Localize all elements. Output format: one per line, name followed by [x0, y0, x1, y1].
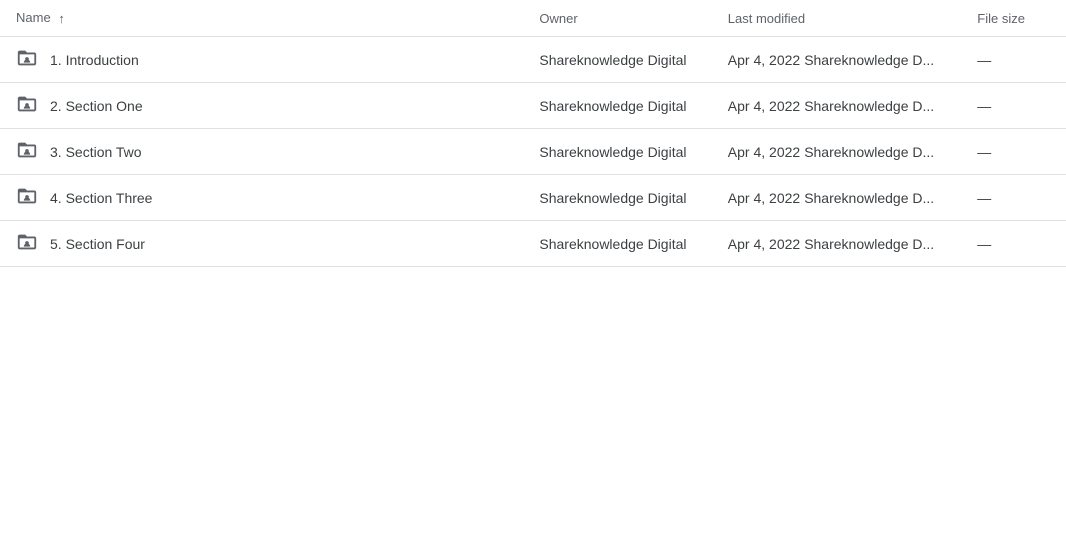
modified-date: Apr 4, 2022: [728, 144, 800, 160]
file-name: 5. Section Four: [50, 236, 145, 252]
folder-shared-icon: [16, 185, 38, 210]
file-size-cell: —: [961, 175, 1066, 221]
table-row[interactable]: 3. Section TwoShareknowledge DigitalApr …: [0, 129, 1066, 175]
folder-shared-icon: [16, 139, 38, 164]
modified-cell: Apr 4, 2022Shareknowledge D...: [712, 37, 962, 83]
name-cell: 1. Introduction: [0, 37, 523, 83]
modified-date: Apr 4, 2022: [728, 236, 800, 252]
folder-shared-icon: [16, 47, 38, 72]
file-size-cell: —: [961, 129, 1066, 175]
table-row[interactable]: 2. Section OneShareknowledge DigitalApr …: [0, 83, 1066, 129]
file-name: 3. Section Two: [50, 144, 142, 160]
folder-shared-icon: [16, 93, 38, 118]
table-row[interactable]: 1. IntroductionShareknowledge DigitalApr…: [0, 37, 1066, 83]
name-cell: 4. Section Three: [0, 175, 523, 221]
modified-by: Shareknowledge D...: [804, 236, 934, 252]
name-cell: 2. Section One: [0, 83, 523, 129]
modified-by: Shareknowledge D...: [804, 144, 934, 160]
modified-date: Apr 4, 2022: [728, 52, 800, 68]
column-header-name[interactable]: Name ↑: [0, 0, 523, 37]
modified-cell: Apr 4, 2022Shareknowledge D...: [712, 221, 962, 267]
folder-shared-icon: [16, 231, 38, 256]
column-header-last-modified[interactable]: Last modified: [712, 0, 962, 37]
owner-cell: Shareknowledge Digital: [523, 83, 711, 129]
column-header-owner[interactable]: Owner: [523, 0, 711, 37]
name-cell: 3. Section Two: [0, 129, 523, 175]
modified-by: Shareknowledge D...: [804, 190, 934, 206]
modified-cell: Apr 4, 2022Shareknowledge D...: [712, 175, 962, 221]
modified-by: Shareknowledge D...: [804, 52, 934, 68]
sort-ascending-icon: ↑: [58, 11, 65, 26]
owner-cell: Shareknowledge Digital: [523, 221, 711, 267]
file-name: 1. Introduction: [50, 52, 139, 68]
file-name: 2. Section One: [50, 98, 143, 114]
modified-cell: Apr 4, 2022Shareknowledge D...: [712, 83, 962, 129]
file-size-cell: —: [961, 83, 1066, 129]
owner-cell: Shareknowledge Digital: [523, 37, 711, 83]
table-header-row: Name ↑ Owner Last modified File size: [0, 0, 1066, 37]
name-cell: 5. Section Four: [0, 221, 523, 267]
modified-cell: Apr 4, 2022Shareknowledge D...: [712, 129, 962, 175]
file-list-table: Name ↑ Owner Last modified File size 1. …: [0, 0, 1066, 267]
column-header-file-size[interactable]: File size: [961, 0, 1066, 37]
modified-by: Shareknowledge D...: [804, 98, 934, 114]
table-row[interactable]: 5. Section FourShareknowledge DigitalApr…: [0, 221, 1066, 267]
file-size-cell: —: [961, 221, 1066, 267]
owner-cell: Shareknowledge Digital: [523, 175, 711, 221]
file-name: 4. Section Three: [50, 190, 152, 206]
modified-date: Apr 4, 2022: [728, 190, 800, 206]
file-size-cell: —: [961, 37, 1066, 83]
table-row[interactable]: 4. Section ThreeShareknowledge DigitalAp…: [0, 175, 1066, 221]
owner-cell: Shareknowledge Digital: [523, 129, 711, 175]
modified-date: Apr 4, 2022: [728, 98, 800, 114]
